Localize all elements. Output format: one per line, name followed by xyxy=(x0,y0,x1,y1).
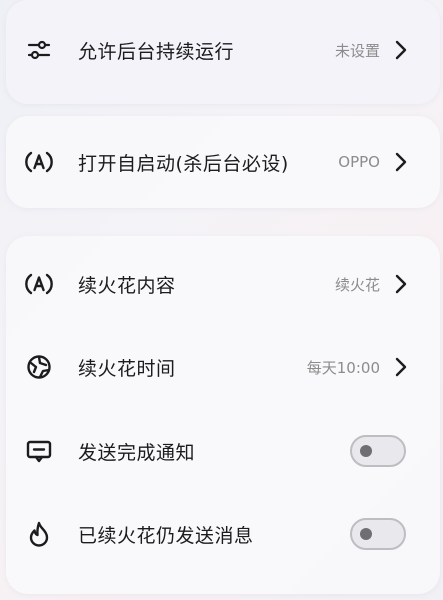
background-run-card: 允许后台持续运行 未设置 xyxy=(6,0,440,104)
time-value: 每天10:00 xyxy=(306,358,380,377)
toggle-knob xyxy=(360,528,372,540)
clock-icon xyxy=(24,352,54,382)
autostart-row[interactable]: 打开自启动(杀后台必设) OPPO xyxy=(6,134,440,190)
content-label: 续火花内容 xyxy=(78,274,176,297)
chevron-right-icon xyxy=(394,273,408,295)
content-row[interactable]: 续火花内容 续火花 xyxy=(6,256,440,312)
notify-row: 发送完成通知 xyxy=(6,423,440,479)
content-value: 续火花 xyxy=(334,275,380,294)
flame-icon xyxy=(24,519,54,549)
time-label: 续火花时间 xyxy=(78,357,176,380)
time-row[interactable]: 续火花时间 每天10:00 xyxy=(6,339,440,395)
autostart-label: 打开自启动(杀后台必设) xyxy=(78,152,289,175)
message-icon xyxy=(24,436,54,466)
notify-label: 发送完成通知 xyxy=(78,441,196,464)
sliders-icon xyxy=(24,35,54,65)
chevron-right-icon xyxy=(394,356,408,378)
background-run-label: 允许后台持续运行 xyxy=(78,40,235,63)
autostart-value: OPPO xyxy=(338,153,380,171)
still-send-label: 已续火花仍发送消息 xyxy=(78,524,254,547)
background-run-value: 未设置 xyxy=(334,41,380,60)
toggle-knob xyxy=(360,445,372,457)
auto-a-icon xyxy=(24,269,54,299)
chevron-right-icon xyxy=(394,151,408,173)
chevron-right-icon xyxy=(394,39,408,61)
autostart-card: 打开自启动(杀后台必设) OPPO xyxy=(6,116,440,208)
auto-a-icon xyxy=(24,147,54,177)
settings-card: 续火花内容 续火花 续火花时间 每天10:00 发送完成通知 已续火花仍发送消息 xyxy=(6,236,440,594)
background-run-row[interactable]: 允许后台持续运行 未设置 xyxy=(6,22,440,78)
still-send-row: 已续火花仍发送消息 xyxy=(6,506,440,562)
notify-toggle[interactable] xyxy=(350,435,406,467)
still-send-toggle[interactable] xyxy=(350,518,406,550)
